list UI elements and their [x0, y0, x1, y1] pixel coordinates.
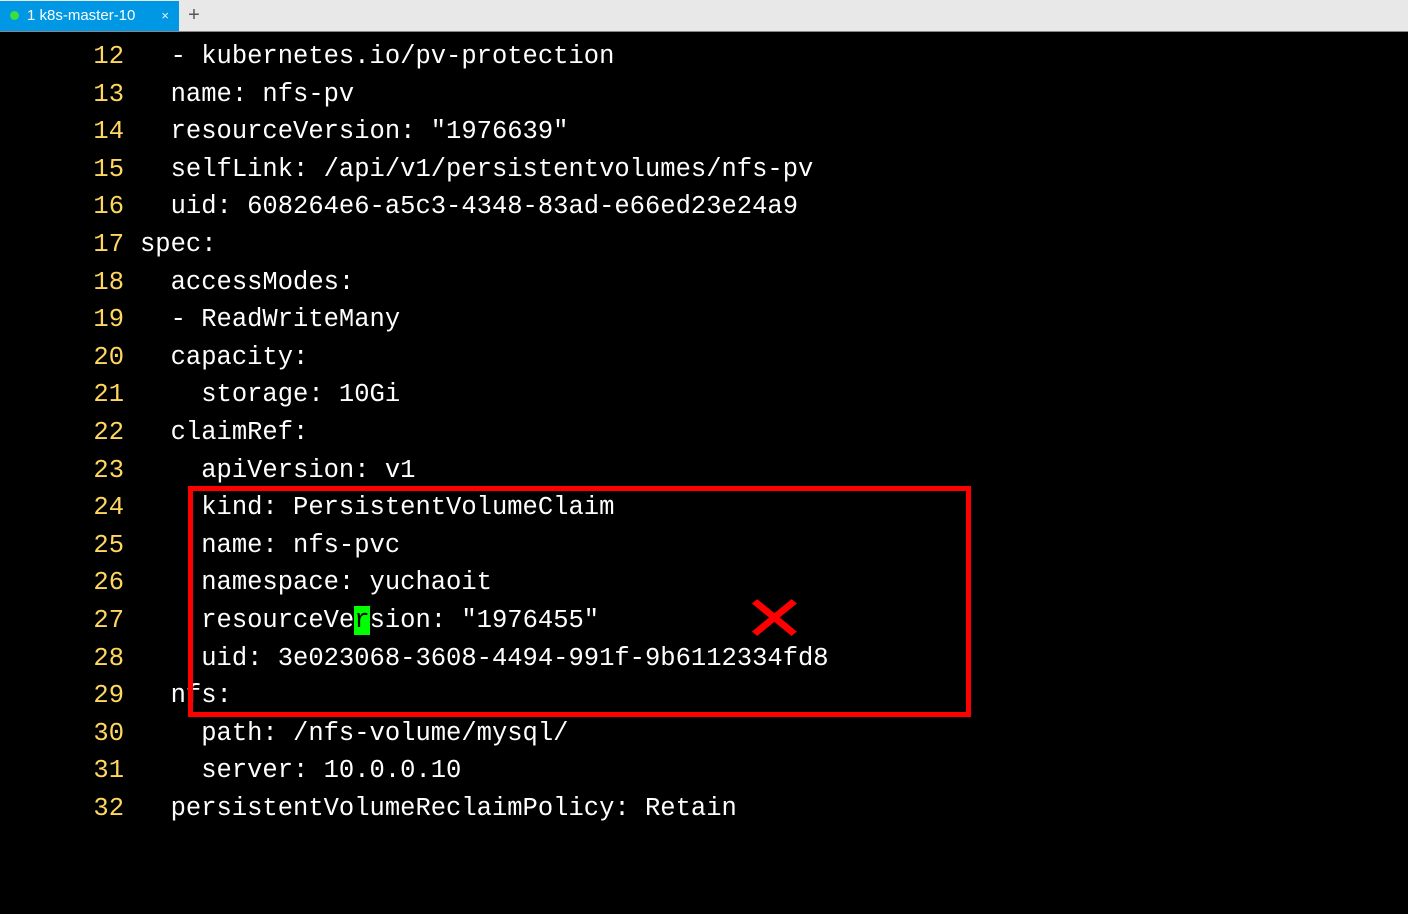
line-content: uid: 3e023068-3608-4494-991f-9b6112334fd… — [140, 640, 829, 678]
line-number: 15 — [0, 151, 140, 189]
close-icon[interactable]: × — [161, 8, 169, 23]
line-content: name: nfs-pv — [140, 76, 354, 114]
line-number: 18 — [0, 264, 140, 302]
code-line: 20 capacity: — [0, 339, 1408, 377]
line-number: 13 — [0, 76, 140, 114]
line-content: apiVersion: v1 — [140, 452, 415, 490]
line-number: 17 — [0, 226, 140, 264]
code-line: 27 resourceVersion: "1976455" — [0, 602, 1408, 640]
line-content: capacity: — [140, 339, 308, 377]
line-content: uid: 608264e6-a5c3-4348-83ad-e66ed23e24a… — [140, 188, 798, 226]
code-line: 15 selfLink: /api/v1/persistentvolumes/n… — [0, 151, 1408, 189]
code-line: 32 persistentVolumeReclaimPolicy: Retain — [0, 790, 1408, 828]
line-content: resourceVersion: "1976455" — [140, 602, 599, 640]
line-number: 24 — [0, 489, 140, 527]
code-line: 14 resourceVersion: "1976639" — [0, 113, 1408, 151]
line-content: storage: 10Gi — [140, 376, 400, 414]
line-number: 27 — [0, 602, 140, 640]
line-number: 32 — [0, 790, 140, 828]
line-content: path: /nfs-volume/mysql/ — [140, 715, 568, 753]
new-tab-button[interactable]: + — [179, 1, 209, 31]
line-number: 22 — [0, 414, 140, 452]
line-number: 16 — [0, 188, 140, 226]
code-line: 19 - ReadWriteMany — [0, 301, 1408, 339]
line-content: - kubernetes.io/pv-protection — [140, 38, 614, 76]
code-line: 31 server: 10.0.0.10 — [0, 752, 1408, 790]
code-line: 29 nfs: — [0, 677, 1408, 715]
code-line: 12 - kubernetes.io/pv-protection — [0, 38, 1408, 76]
line-content: accessModes: — [140, 264, 354, 302]
status-indicator-icon — [10, 11, 19, 20]
code-line: 17spec: — [0, 226, 1408, 264]
line-content: name: nfs-pvc — [140, 527, 400, 565]
plus-icon: + — [188, 4, 200, 27]
line-content: selfLink: /api/v1/persistentvolumes/nfs-… — [140, 151, 813, 189]
line-number: 30 — [0, 715, 140, 753]
line-number: 12 — [0, 38, 140, 76]
code-line: 23 apiVersion: v1 — [0, 452, 1408, 490]
line-content: nfs: — [140, 677, 232, 715]
terminal-area[interactable]: 12 - kubernetes.io/pv-protection13 name:… — [0, 32, 1408, 827]
tab-active[interactable]: 1 k8s-master-10 × — [0, 1, 179, 31]
line-content: persistentVolumeReclaimPolicy: Retain — [140, 790, 737, 828]
code-line: 21 storage: 10Gi — [0, 376, 1408, 414]
line-number: 19 — [0, 301, 140, 339]
line-number: 28 — [0, 640, 140, 678]
tab-bar: 1 k8s-master-10 × + — [0, 0, 1408, 32]
code-line: 30 path: /nfs-volume/mysql/ — [0, 715, 1408, 753]
line-number: 23 — [0, 452, 140, 490]
code-line: 18 accessModes: — [0, 264, 1408, 302]
line-content: resourceVersion: "1976639" — [140, 113, 568, 151]
code-line: 16 uid: 608264e6-a5c3-4348-83ad-e66ed23e… — [0, 188, 1408, 226]
code-line: 22 claimRef: — [0, 414, 1408, 452]
code-line: 25 name: nfs-pvc — [0, 527, 1408, 565]
cursor: r — [354, 606, 369, 635]
tab-label: 1 k8s-master-10 — [27, 7, 135, 24]
code-line: 26 namespace: yuchaoit — [0, 564, 1408, 602]
line-number: 14 — [0, 113, 140, 151]
line-number: 29 — [0, 677, 140, 715]
code-line: 24 kind: PersistentVolumeClaim — [0, 489, 1408, 527]
line-number: 26 — [0, 564, 140, 602]
code-line: 13 name: nfs-pv — [0, 76, 1408, 114]
line-content: - ReadWriteMany — [140, 301, 400, 339]
line-content: spec: — [140, 226, 217, 264]
line-content: kind: PersistentVolumeClaim — [140, 489, 614, 527]
line-content: claimRef: — [140, 414, 308, 452]
line-content: server: 10.0.0.10 — [140, 752, 461, 790]
line-number: 21 — [0, 376, 140, 414]
code-line: 28 uid: 3e023068-3608-4494-991f-9b611233… — [0, 640, 1408, 678]
line-number: 31 — [0, 752, 140, 790]
line-number: 25 — [0, 527, 140, 565]
line-number: 20 — [0, 339, 140, 377]
line-content: namespace: yuchaoit — [140, 564, 492, 602]
